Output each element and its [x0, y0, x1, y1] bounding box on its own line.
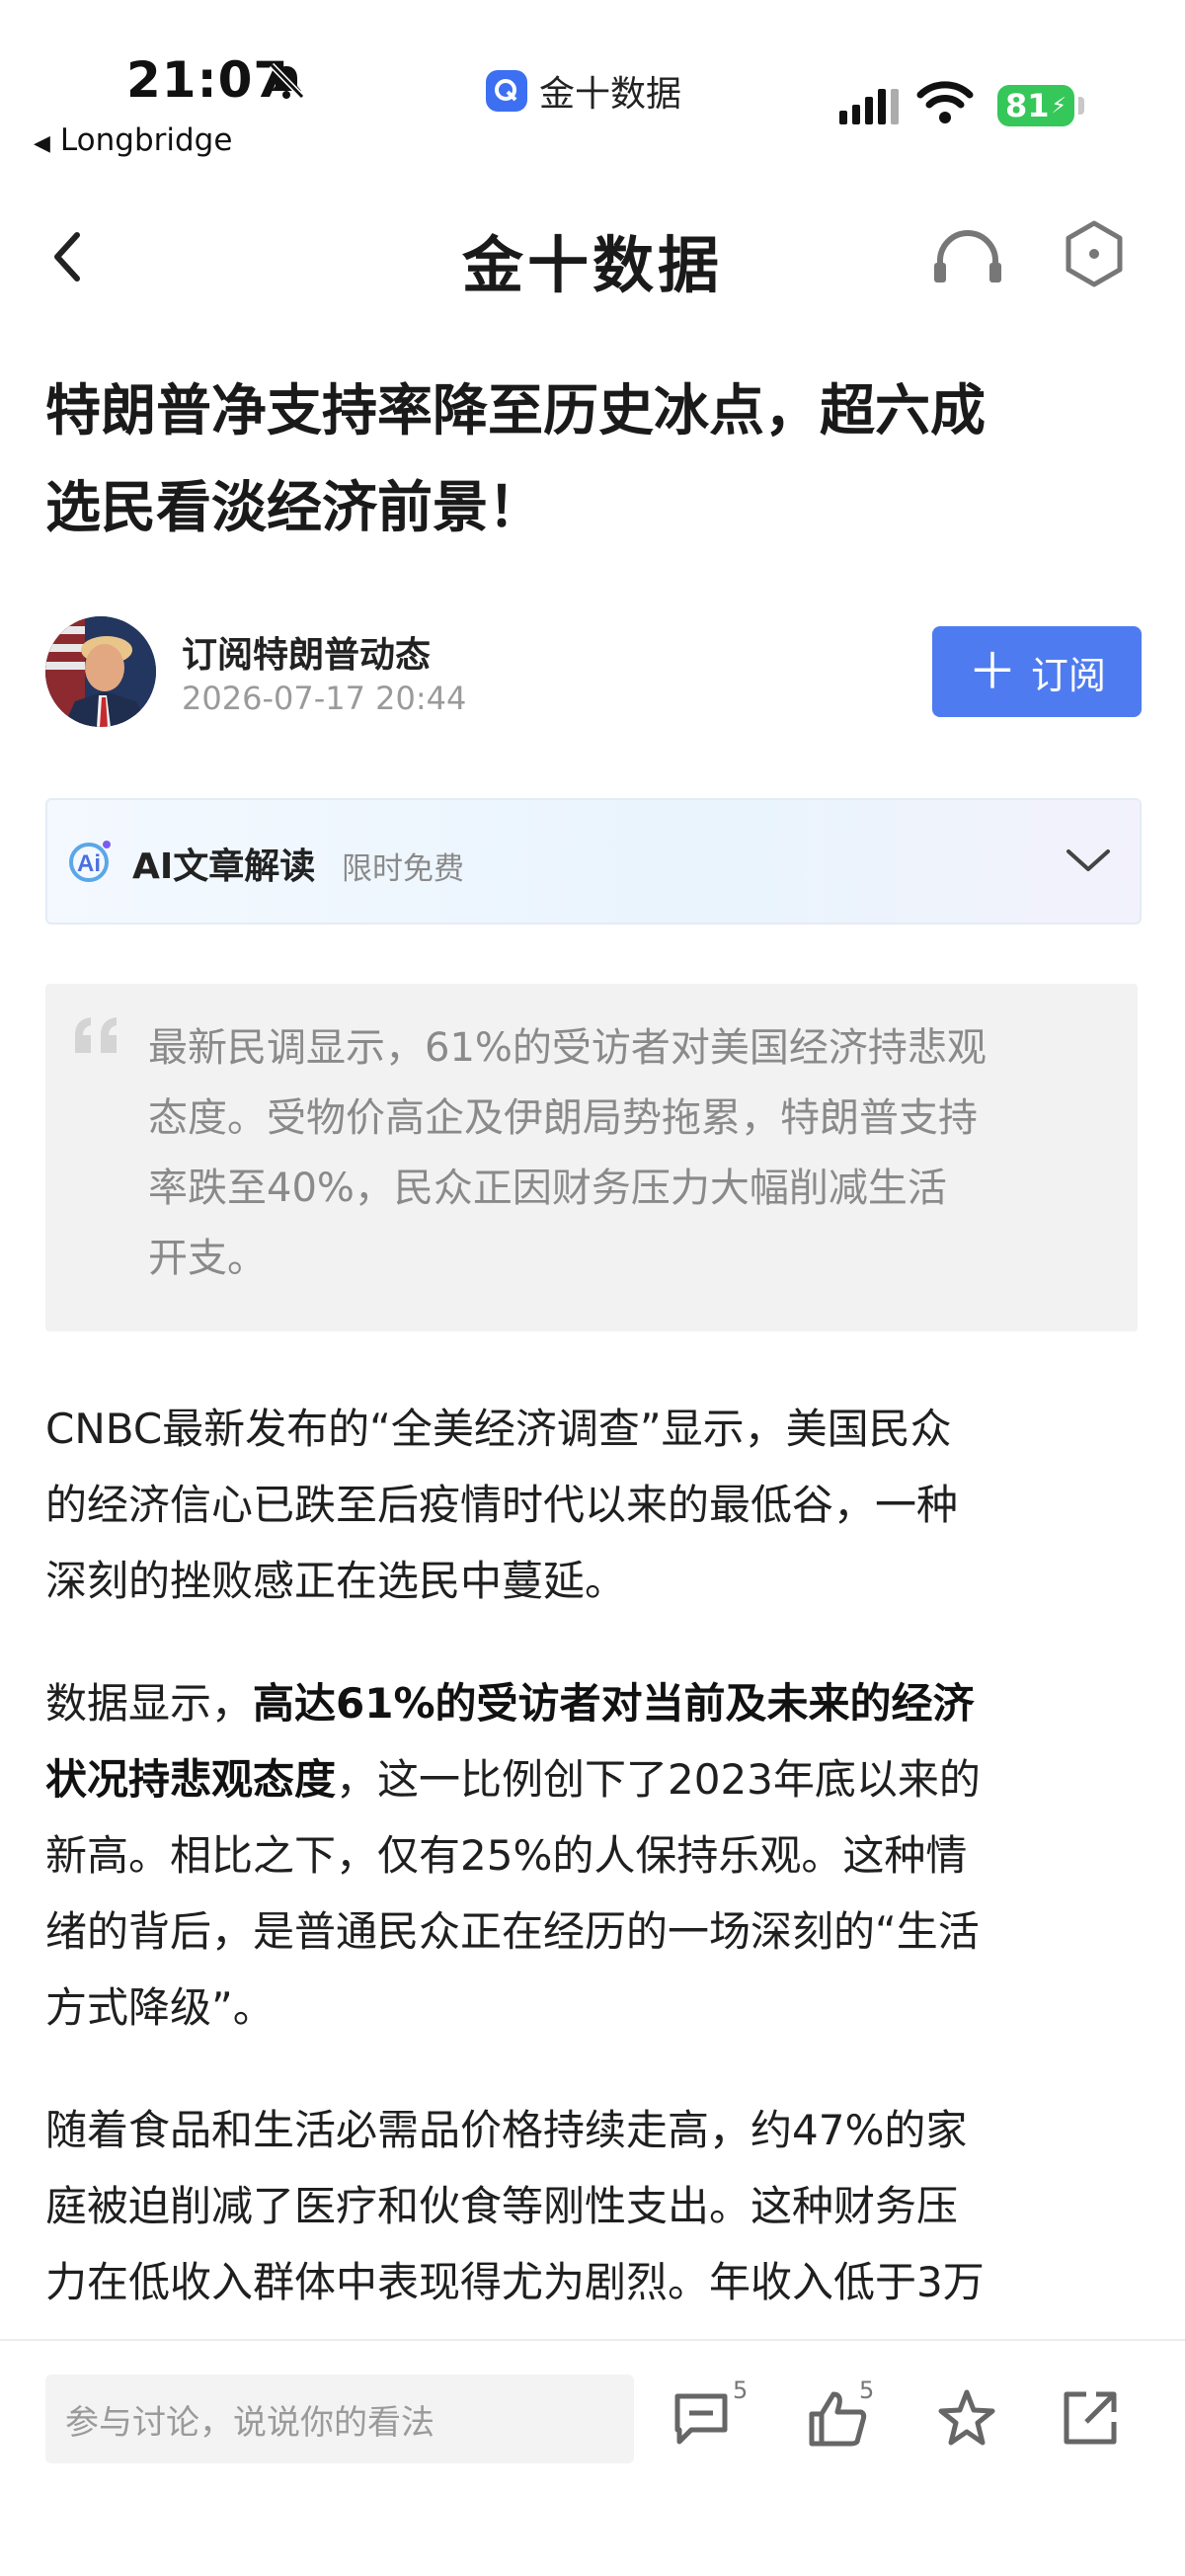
paragraph-bold-text: 高达61%的受访者对当前及未来的经济	[253, 1679, 975, 1728]
paragraph-line: 深刻的挫败感正在选民中蔓延。	[45, 1557, 627, 1605]
ai-summary-toggle[interactable]: Ai AI文章解读 限时免费	[45, 798, 1142, 925]
subscribe-label: 订阅	[1030, 653, 1106, 697]
article-paragraph: 随着食品和生活必需品价格持续走高，约47%的家 庭被迫削减了医疗和伙食等刚性支出…	[45, 2092, 1142, 2320]
back-to-app-link[interactable]: ◀ Longbridge	[34, 122, 232, 158]
quote-icon	[71, 1013, 124, 1061]
paragraph-text: ，这一比例创下了2023年底以来的	[336, 1755, 981, 1804]
chevron-down-icon	[1065, 845, 1112, 879]
article-title-line: 选民看淡经济前景！	[45, 476, 543, 540]
share-button[interactable]	[1061, 2388, 1120, 2452]
paragraph-line: 庭被迫削减了医疗和伙食等刚性支出。这种财务压	[45, 2182, 959, 2230]
article-paragraph: CNBC最新发布的“全美经济调查”显示，美国民众 的经济信心已跌至后疫情时代以来…	[45, 1391, 1142, 1619]
bell-slash-icon	[267, 61, 306, 105]
article-paragraph: 数据显示，高达61%的受访者对当前及未来的经济 状况持悲观态度，这一比例创下了2…	[45, 1665, 1142, 2046]
comment-placeholder: 参与讨论，说说你的看法	[65, 2402, 434, 2443]
battery-icon: 81 ⚡	[997, 85, 1074, 126]
summary-line: 态度。受物价高企及伊朗局势拖累，特朗普支持	[148, 1095, 978, 1141]
star-icon	[938, 2389, 995, 2446]
paragraph-bold-text: 状况持悲观态度	[45, 1755, 337, 1804]
paragraph-line: 新高。相比之下，仅有25%的人保持乐观。这种情	[45, 1831, 968, 1880]
paragraph-line: 随着食品和生活必需品价格持续走高，约47%的家	[45, 2106, 968, 2154]
battery-level: 81	[1005, 87, 1050, 124]
hexagon-icon[interactable]	[1063, 219, 1126, 292]
article-title-line: 特朗普净支持率降至历史冰点，超六成	[45, 379, 986, 443]
favorite-button[interactable]	[936, 2388, 997, 2452]
publish-date: 2026-07-17 20:44	[182, 680, 467, 717]
share-icon	[1064, 2391, 1117, 2445]
summary-line: 率跌至40%，民众正因财务压力大幅削减生活	[148, 1166, 947, 1211]
comment-icon	[674, 2393, 728, 2445]
plus-icon: ＋	[967, 643, 1017, 700]
author-row: 订阅特朗普动态 2026-07-17 20:44 ＋ 订阅	[45, 614, 1142, 729]
nav-bar: 金十数据	[0, 188, 1185, 326]
app-icon	[486, 70, 527, 112]
paragraph-line: 绪的背后，是普通民众正在经历的一场深刻的“生活	[45, 1907, 980, 1956]
summary-line: 开支。	[148, 1236, 267, 1281]
paragraph-line: CNBC最新发布的“全美经济调查”显示，美国民众	[45, 1405, 952, 1453]
current-app-indicator: 金十数据	[486, 65, 681, 117]
paragraph-line: 方式降级”。	[45, 1983, 275, 2032]
status-time: 21:07	[126, 51, 289, 109]
back-triangle-icon: ◀	[34, 131, 50, 156]
comment-input[interactable]: 参与讨论，说说你的看法	[45, 2375, 634, 2463]
comment-count: 5	[733, 2376, 749, 2404]
author-name[interactable]: 订阅特朗普动态	[182, 626, 431, 678]
current-app-name: 金十数据	[539, 74, 682, 115]
paragraph-line: 的经济信心已跌至后疫情时代以来的最低谷，一种	[45, 1481, 959, 1529]
battery-tip	[1078, 97, 1084, 115]
summary-text: 最新民调显示，61%的受访者对美国经济持悲观 态度。受物价高企及伊朗局势拖累，特…	[148, 1013, 1106, 1294]
like-count: 5	[859, 2376, 875, 2404]
paragraph-line: 数据显示，高达61%的受访者对当前及未来的经济	[45, 1665, 1142, 1741]
subscribe-button[interactable]: ＋ 订阅	[932, 626, 1142, 717]
summary-line: 最新民调显示，61%的受访者对美国经济持悲观	[148, 1025, 987, 1071]
comment-button[interactable]	[672, 2388, 731, 2452]
back-app-label: Longbridge	[59, 122, 233, 158]
summary-quote: 最新民调显示，61%的受访者对美国经济持悲观 态度。受物价高企及伊朗局势拖累，特…	[45, 984, 1138, 1331]
avatar[interactable]	[45, 616, 156, 727]
wifi-icon	[916, 81, 974, 128]
article-title: 特朗普净支持率降至历史冰点，超六成 选民看淡经济前景！	[45, 363, 1142, 557]
paragraph-line: 状况持悲观态度，这一比例创下了2023年底以来的	[45, 1741, 1142, 1817]
paragraph-text: 数据显示，	[45, 1679, 254, 1728]
status-bar: 21:07 ◀ Longbridge 金十数据 81 ⚡	[0, 0, 1185, 168]
nav-title: 金十数据	[461, 229, 723, 301]
ai-logo-icon: Ai	[67, 836, 117, 889]
ai-label: AI文章解读	[132, 846, 316, 887]
paragraph-line: 力在低收入群体中表现得尤为剧烈。年收入低于3万	[45, 2258, 985, 2306]
svg-text:Ai: Ai	[77, 850, 101, 877]
signal-icon	[839, 89, 899, 124]
ai-free-tag: 限时免费	[342, 851, 464, 887]
headphone-icon[interactable]	[928, 221, 1007, 294]
bottom-action-bar: 参与讨论，说说你的看法 5 5	[0, 2339, 1185, 2576]
